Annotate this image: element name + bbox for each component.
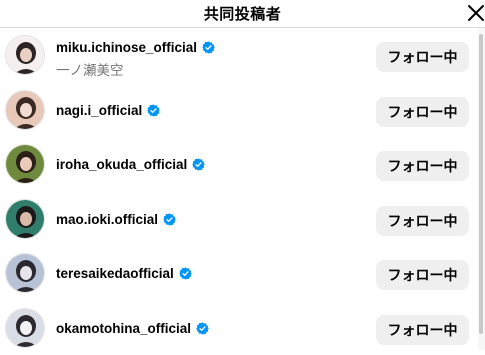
close-icon[interactable] <box>464 1 485 25</box>
account-row[interactable]: iroha_okuda_official フォロー中 <box>0 137 476 191</box>
scrollbar[interactable] <box>478 28 485 350</box>
username[interactable]: okamotohina_official <box>56 321 191 336</box>
avatar[interactable] <box>5 144 45 184</box>
verified-badge-icon <box>187 158 206 171</box>
avatar[interactable] <box>5 253 45 293</box>
account-row[interactable]: nagi.i_official フォロー中 <box>0 83 476 137</box>
following-button[interactable]: フォロー中 <box>376 42 469 72</box>
username[interactable]: nagi.i_official <box>56 103 142 118</box>
username[interactable]: teresaikedaofficial <box>56 266 174 281</box>
username[interactable]: miku.ichinose_official <box>56 40 197 55</box>
dialog-title: 共同投稿者 <box>203 6 282 23</box>
following-button[interactable]: フォロー中 <box>376 206 469 236</box>
verified-badge-icon <box>191 322 210 335</box>
username-group: okamotohina_official <box>56 321 210 336</box>
username[interactable]: mao.ioki.official <box>56 212 158 227</box>
account-row[interactable]: okamotohina_official フォロー中 <box>0 301 476 355</box>
verified-badge-icon <box>174 267 192 280</box>
verified-badge-icon <box>197 41 216 54</box>
username-group: iroha_okuda_official <box>56 157 206 172</box>
verified-badge-icon <box>142 104 161 117</box>
avatar[interactable] <box>5 308 45 348</box>
full-name: 一ノ瀬美空 <box>56 63 124 78</box>
username-group: teresaikedaofficial <box>56 266 192 281</box>
dialog-header: 共同投稿者 <box>0 0 485 28</box>
username-group: nagi.i_official <box>56 103 161 118</box>
username-group: miku.ichinose_official <box>56 40 216 55</box>
avatar[interactable] <box>5 90 45 130</box>
avatar[interactable] <box>5 199 45 239</box>
account-row[interactable]: teresaikedaofficial フォロー中 <box>0 246 476 300</box>
account-row[interactable]: miku.ichinose_official 一ノ瀬美空 フォロー中 <box>0 28 476 82</box>
username[interactable]: iroha_okuda_official <box>56 157 187 172</box>
account-row[interactable]: mao.ioki.official フォロー中 <box>0 192 476 246</box>
verified-badge-icon <box>158 213 177 226</box>
following-button[interactable]: フォロー中 <box>376 97 469 127</box>
avatar[interactable] <box>5 35 45 75</box>
username-group: mao.ioki.official <box>56 212 177 227</box>
following-button[interactable]: フォロー中 <box>376 151 469 181</box>
scrollbar-thumb[interactable] <box>479 34 483 334</box>
following-button[interactable]: フォロー中 <box>376 315 469 345</box>
following-button[interactable]: フォロー中 <box>376 260 469 290</box>
